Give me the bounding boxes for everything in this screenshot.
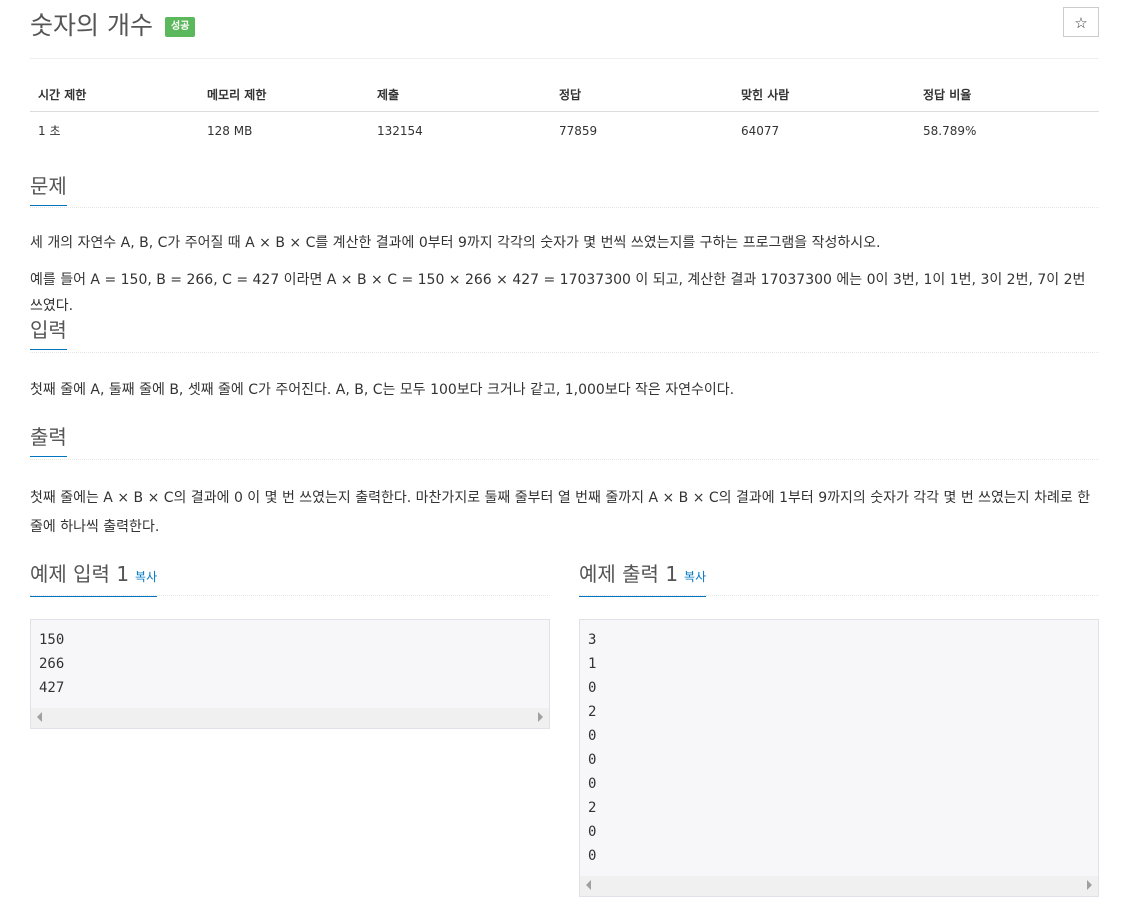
problem-description-section: 문제 세 개의 자연수 A, B, C가 주어질 때 A × B × C를 계산… — [30, 173, 1099, 319]
star-icon[interactable]: ☆ — [1063, 7, 1099, 37]
sample-line: 427 — [39, 680, 65, 696]
horizontal-scrollbar[interactable] — [580, 876, 1098, 896]
info-value: 77859 — [559, 123, 598, 138]
info-header: 맞힌 사람 — [733, 78, 915, 112]
sample-line: 0 — [588, 848, 597, 864]
chevron-left-icon[interactable] — [37, 712, 42, 722]
info-header: 메모리 제한 — [199, 78, 369, 112]
title-row: 숫자의 개수 성공 ☆ — [30, 0, 1099, 59]
sample-line: 150 — [39, 632, 65, 648]
sample-line: 0 — [588, 776, 597, 792]
section-heading: 예제 입력 1 복사 — [30, 561, 158, 597]
copy-button[interactable]: 복사 — [135, 570, 157, 584]
sample-line: 0 — [588, 824, 597, 840]
section-heading: 문제 — [30, 173, 67, 206]
sample-line: 0 — [588, 728, 597, 744]
copy-button[interactable]: 복사 — [684, 570, 706, 584]
problem-page: 숫자의 개수 성공 ☆ 시간 제한 메모리 제한 제출 정답 맞힌 사람 정답 … — [30, 0, 1099, 897]
section-heading: 입력 — [30, 317, 67, 350]
status-badge: 성공 — [165, 17, 196, 37]
chevron-right-icon[interactable] — [1087, 880, 1092, 890]
section-headline: 문제 — [30, 173, 1099, 208]
chevron-left-icon[interactable] — [586, 880, 591, 890]
info-value: 58.789% — [923, 123, 977, 138]
problem-info-table: 시간 제한 메모리 제한 제출 정답 맞힌 사람 정답 비율 1 초 128 M… — [30, 78, 1099, 149]
info-header: 제출 — [369, 78, 551, 112]
section-headline: 예제 출력 1 복사 — [579, 561, 1099, 597]
description-paragraph: 예를 들어 A = 150, B = 266, C = 427 이라면 A × … — [30, 272, 1086, 314]
sample-input-section: 예제 입력 1 복사 150 266 427 — [30, 561, 550, 729]
info-value: 128 MB — [207, 123, 253, 138]
sample-input-lines: 150 266 427 — [39, 628, 541, 700]
info-header: 시간 제한 — [30, 78, 199, 112]
page-title: 숫자의 개수 — [30, 11, 153, 40]
section-headline: 출력 — [30, 424, 1099, 460]
description-paragraph: 세 개의 자연수 A, B, C가 주어질 때 A × B × C를 계산한 결… — [30, 235, 881, 251]
output-paragraph: 첫째 줄에는 A × B × C의 결과에 0 이 몇 번 쓰였는지 출력한다.… — [30, 490, 1091, 535]
sample-output-section: 예제 출력 1 복사 3 1 0 2 0 0 0 2 0 0 — [579, 561, 1099, 897]
input-paragraph: 첫째 줄에 A, 둘째 줄에 B, 셋째 줄에 C가 주어진다. A, B, C… — [30, 382, 735, 398]
sample-output-box[interactable]: 3 1 0 2 0 0 0 2 0 0 — [579, 619, 1099, 897]
sample-line: 2 — [588, 800, 597, 816]
sample-input-heading: 예제 입력 1 — [30, 562, 130, 586]
sample-line: 1 — [588, 656, 597, 672]
chevron-right-icon[interactable] — [538, 712, 543, 722]
sample-input-box[interactable]: 150 266 427 — [30, 619, 550, 729]
sample-line: 3 — [588, 632, 597, 648]
horizontal-scrollbar[interactable] — [31, 708, 549, 728]
sample-line: 0 — [588, 680, 597, 696]
input-section: 입력 첫째 줄에 A, 둘째 줄에 B, 셋째 줄에 C가 주어진다. A, B… — [30, 317, 1099, 403]
table-row: 1 초 128 MB 132154 77859 64077 58.789% — [30, 112, 1099, 150]
info-value: 64077 — [741, 123, 780, 138]
section-heading: 예제 출력 1 복사 — [579, 561, 707, 597]
info-value: 1 초 — [38, 124, 61, 138]
output-section: 출력 첫째 줄에는 A × B × C의 결과에 0 이 몇 번 쓰였는지 출력… — [30, 424, 1099, 542]
info-header: 정답 비율 — [915, 78, 1099, 112]
info-value: 132154 — [377, 123, 423, 138]
sample-line: 2 — [588, 704, 597, 720]
sample-line: 266 — [39, 656, 65, 672]
sample-line: 0 — [588, 752, 597, 768]
section-headline: 입력 — [30, 317, 1099, 353]
sample-output-heading: 예제 출력 1 — [579, 562, 679, 586]
section-headline: 예제 입력 1 복사 — [30, 561, 550, 597]
sample-output-lines: 3 1 0 2 0 0 0 2 0 0 — [588, 628, 1090, 868]
section-heading: 출력 — [30, 424, 67, 457]
info-header: 정답 — [551, 78, 733, 112]
